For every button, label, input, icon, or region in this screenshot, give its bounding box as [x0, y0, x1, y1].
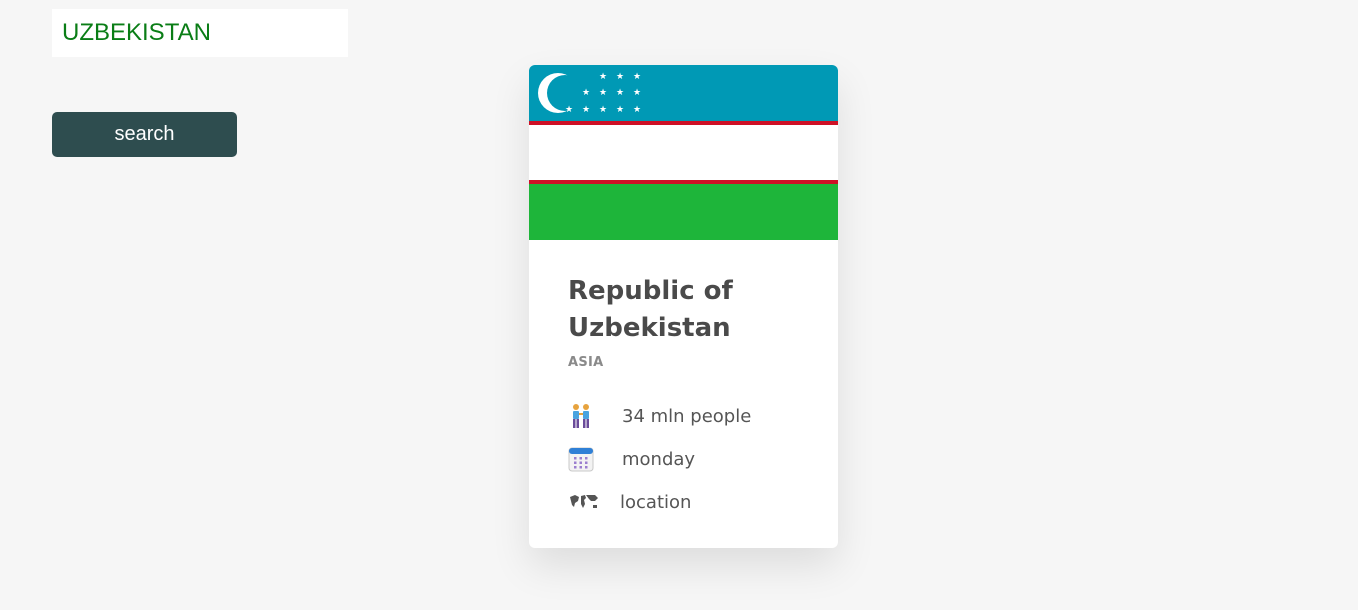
- svg-text:★: ★: [633, 88, 641, 98]
- svg-text:★: ★: [633, 72, 641, 82]
- people-icon: [568, 401, 602, 431]
- svg-text:★: ★: [565, 105, 573, 115]
- country-name: Republic of Uzbekistan: [568, 276, 733, 343]
- svg-text:★: ★: [616, 72, 624, 82]
- search-input[interactable]: [52, 9, 348, 57]
- population-row: 34 mln people: [568, 401, 751, 431]
- svg-text:★: ★: [616, 105, 624, 115]
- week-start-row: monday: [568, 444, 695, 474]
- svg-text:★: ★: [599, 88, 607, 98]
- location-link[interactable]: location: [620, 492, 691, 513]
- search-button[interactable]: search: [52, 112, 237, 157]
- svg-text:★: ★: [633, 105, 641, 115]
- week-start-label: monday: [622, 448, 696, 470]
- flag-image: ★ ★ ★ ★ ★ ★ ★ ★ ★ ★ ★ ★: [529, 65, 838, 240]
- location-row[interactable]: location: [568, 487, 691, 517]
- svg-text:★: ★: [582, 105, 590, 115]
- svg-text:★: ★: [582, 88, 590, 98]
- country-card: ★ ★ ★ ★ ★ ★ ★ ★ ★ ★ ★ ★ Republic of Uzbekistan AS…: [529, 65, 838, 548]
- population-label: 34 mln people: [622, 405, 752, 427]
- region-label: ASIA: [568, 355, 604, 370]
- svg-text:★: ★: [599, 105, 607, 115]
- calendar-icon: [568, 444, 602, 474]
- world-map-icon: [568, 487, 602, 517]
- svg-text:★: ★: [599, 72, 607, 82]
- svg-text:★: ★: [616, 88, 624, 98]
